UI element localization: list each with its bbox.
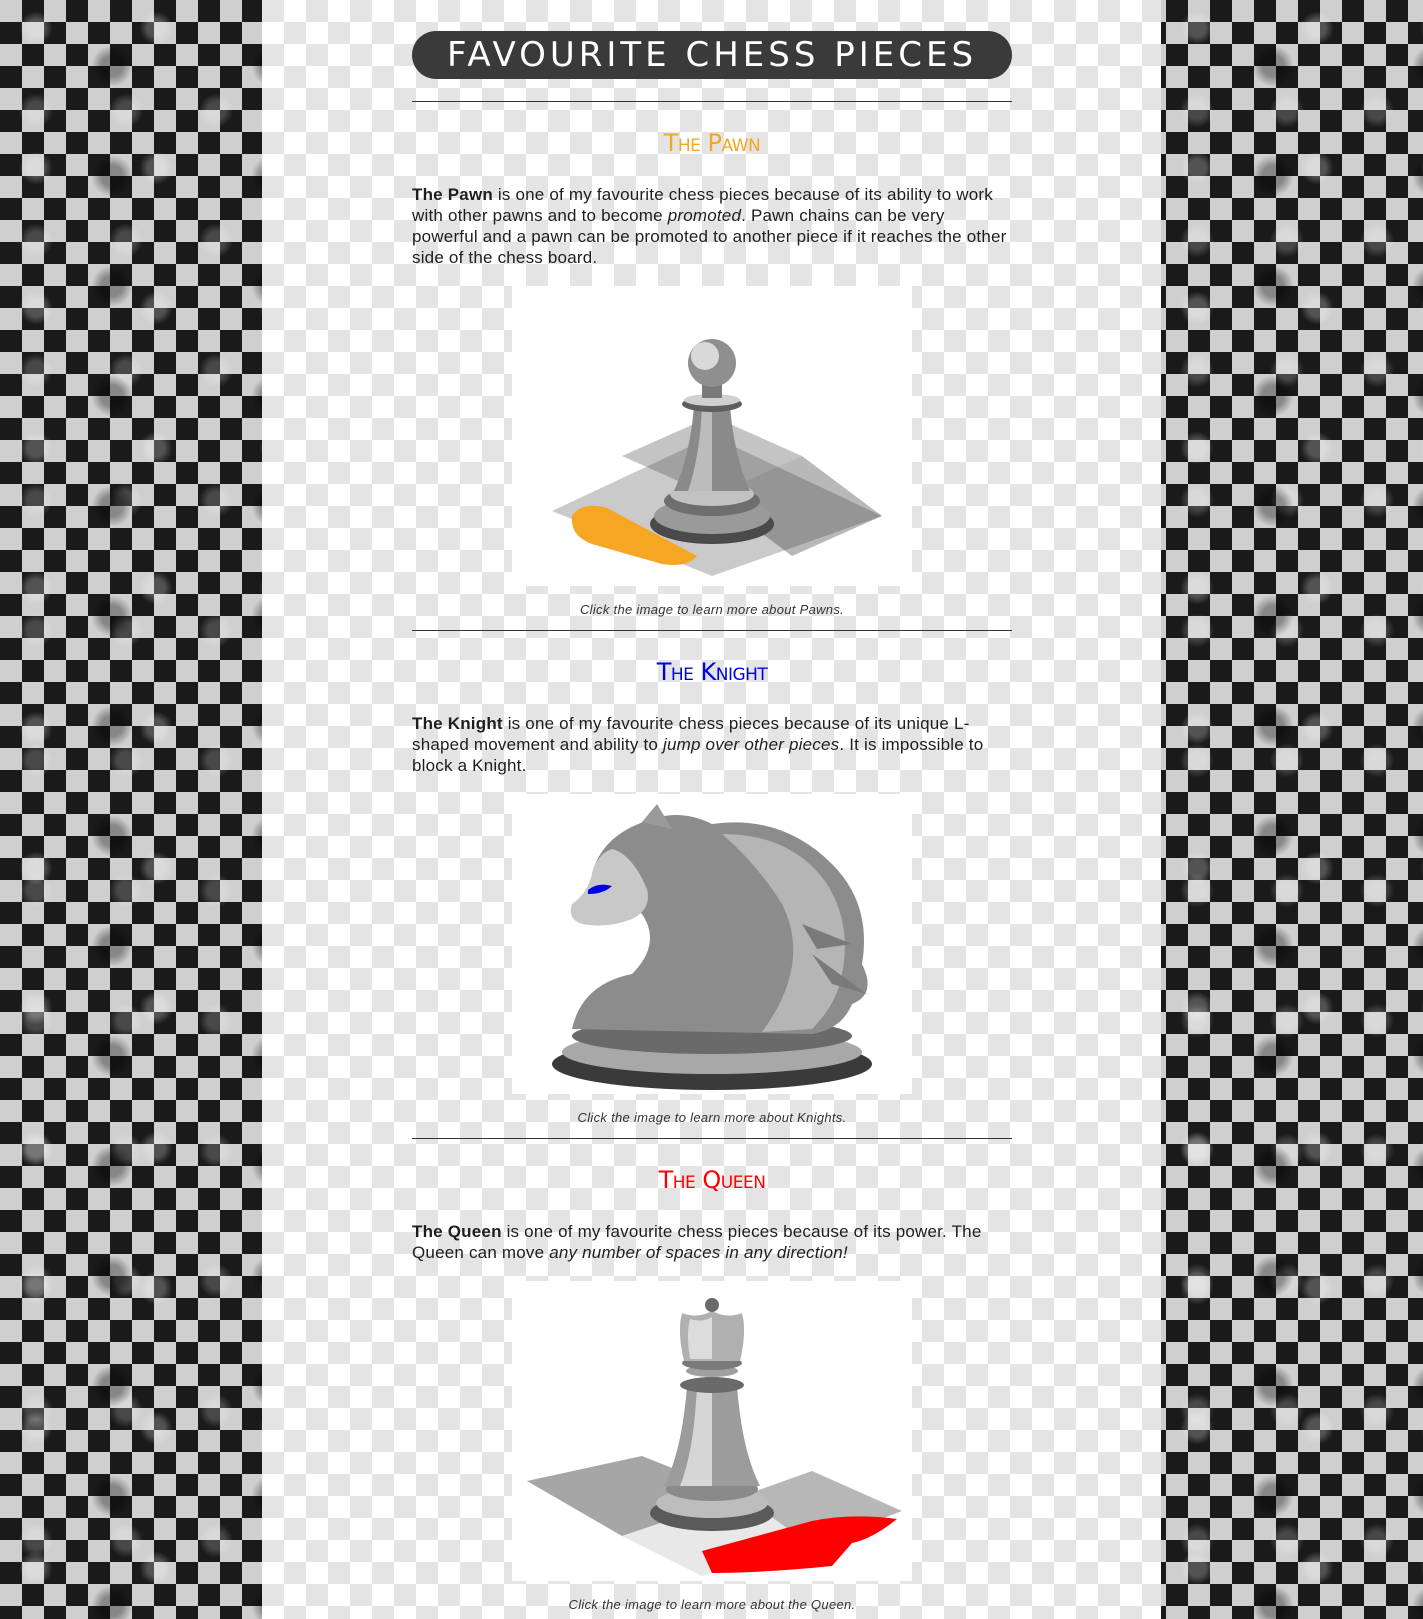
knight-heading: The Knight <box>656 658 768 686</box>
pawn-italic: promoted <box>667 206 742 225</box>
pawn-description: The Pawn is one of my favourite chess pi… <box>412 184 1012 268</box>
queen-heading: The Queen <box>658 1166 766 1194</box>
queen-drawing-icon <box>527 1298 902 1576</box>
pawn-caption: Click the image to learn more about Pawn… <box>579 602 845 617</box>
section-queen: The Queen The Queen is one of my favouri… <box>412 1165 1012 1613</box>
queen-caption: Click the image to learn more about the … <box>568 1597 856 1612</box>
checkered-background-left <box>0 0 262 1619</box>
knight-image-link[interactable] <box>512 794 912 1094</box>
knight-description: The Knight is one of my favourite chess … <box>412 713 1012 776</box>
queen-image-link[interactable] <box>512 1281 912 1581</box>
pawn-drawing-icon <box>552 339 882 576</box>
pawn-bold: The Pawn <box>412 185 493 204</box>
divider <box>412 1138 1012 1139</box>
knight-caption: Click the image to learn more about Knig… <box>577 1110 847 1125</box>
knight-italic: jump over other pieces <box>662 735 840 754</box>
pawn-heading: The Pawn <box>663 129 761 157</box>
knight-bold: The Knight <box>412 714 503 733</box>
knight-drawing-icon <box>552 804 872 1090</box>
content-column: FAVOURITE CHESS PIECES The Pawn The Pawn… <box>262 0 1161 1619</box>
section-knight: The Knight The Knight is one of my favou… <box>412 657 1012 1139</box>
queen-description: The Queen is one of my favourite chess p… <box>412 1221 1012 1263</box>
pawn-image-link[interactable] <box>512 286 912 586</box>
queen-italic: any number of spaces in any direction! <box>549 1243 848 1262</box>
queen-bold: The Queen <box>412 1222 502 1241</box>
divider <box>412 630 1012 631</box>
section-pawn: The Pawn The Pawn is one of my favourite… <box>412 128 1012 631</box>
main-content: FAVOURITE CHESS PIECES The Pawn The Pawn… <box>412 31 1012 1613</box>
checkered-background-right <box>1161 0 1423 1619</box>
divider <box>412 101 1012 102</box>
page-title: FAVOURITE CHESS PIECES <box>412 31 1012 79</box>
